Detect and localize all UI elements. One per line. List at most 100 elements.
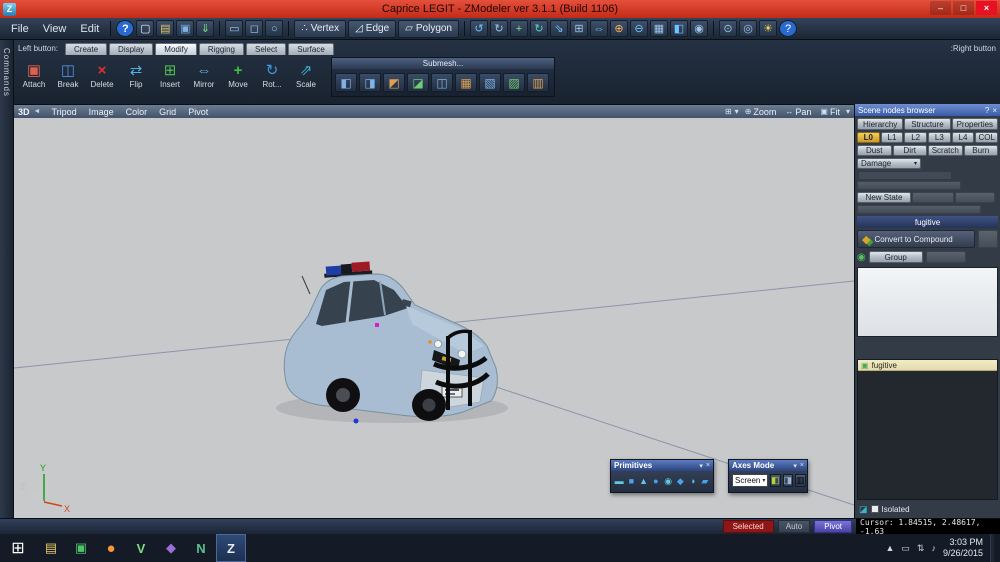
submesh-extrude-icon[interactable]: ◨ <box>359 73 381 92</box>
viewport-menu-image[interactable]: Image <box>84 107 119 117</box>
primitive-torus-icon[interactable]: ◉ <box>663 474 673 488</box>
flip-button[interactable]: ⇄ Flip <box>119 57 153 91</box>
zoom-button[interactable]: ⊕ Zoom <box>742 107 780 117</box>
tab-display[interactable]: Display <box>109 42 154 55</box>
axes-mode-panel-titlebar[interactable]: Axes Mode ▾ × <box>729 460 807 471</box>
primitive-plane-icon[interactable]: ▬ <box>614 474 624 488</box>
visual-studio-icon[interactable]: ◆ <box>156 534 186 562</box>
new-file-icon[interactable]: ▢ <box>136 20 155 37</box>
app-v-icon[interactable]: V <box>126 534 156 562</box>
app-n-icon[interactable]: N <box>186 534 216 562</box>
scene-browser-titlebar[interactable]: Scene nodes browser ? × <box>855 104 1000 116</box>
attach-button[interactable]: ▣ Attach <box>17 57 51 91</box>
system-clock[interactable]: 3:03 PM 9/26/2015 <box>943 537 983 560</box>
dirt-button[interactable]: Dirt <box>892 145 927 156</box>
polygon-mode-button[interactable]: ▱ Polygon <box>398 19 459 38</box>
break-button[interactable]: ◫ Break <box>51 57 85 91</box>
collapse-icon[interactable]: ▾ <box>699 462 703 470</box>
submesh-title[interactable]: Submesh... <box>332 58 554 69</box>
convert-to-compound-button[interactable]: ◆ Convert to Compound <box>857 230 975 248</box>
pivot-badge[interactable]: Pivot <box>814 520 852 533</box>
tab-rigging[interactable]: Rigging <box>198 42 244 55</box>
close-icon[interactable]: × <box>800 462 804 470</box>
detach-tool-icon[interactable]: ⊖ <box>630 20 648 37</box>
scale-gizmo-icon[interactable]: ⇘ <box>550 20 568 37</box>
volume-icon[interactable]: ♪ <box>931 543 936 553</box>
vertex-mode-button[interactable]: ∴ Vertex <box>294 19 347 38</box>
primitive-box-icon[interactable]: ■ <box>626 474 636 488</box>
import-icon[interactable]: ⇓ <box>196 20 215 37</box>
tab-modify[interactable]: Modify <box>155 42 197 55</box>
minimize-button[interactable]: – <box>930 1 951 15</box>
mirror-tool-icon[interactable]: ⇔ <box>590 20 608 37</box>
damage-dropdown[interactable]: Damage ▾ <box>857 158 921 169</box>
primitive-strip-icon[interactable]: ▰ <box>700 474 710 488</box>
axis-y-button[interactable]: ◨ <box>782 474 794 487</box>
open-file-icon[interactable]: ▤ <box>156 20 175 37</box>
submesh-cap-icon[interactable]: ▥ <box>527 73 549 92</box>
lod-l0-button[interactable]: L0 <box>857 132 880 143</box>
mirror-button[interactable]: ⇔ Mirror <box>187 57 221 91</box>
primitive-cylinder-icon[interactable]: ◆ <box>675 474 685 488</box>
burn-button[interactable]: Burn <box>963 145 998 156</box>
network-icon[interactable]: ⇅ <box>917 543 925 554</box>
viewport-views-dropdown-icon[interactable]: ▾ <box>735 107 739 116</box>
axis-x-button[interactable]: ◧ <box>770 474 781 487</box>
close-button[interactable]: × <box>976 1 997 15</box>
render-icon[interactable]: ◉ <box>690 20 708 37</box>
undo-icon[interactable]: ↺ <box>470 20 488 37</box>
submesh-weld-icon[interactable]: ▦ <box>455 73 477 92</box>
show-hidden-icons[interactable]: ▲ <box>885 543 894 553</box>
viewport-options-dropdown-icon[interactable]: ▾ <box>846 107 850 116</box>
lod-l1-button[interactable]: L1 <box>880 132 904 143</box>
lod-l3-button[interactable]: L3 <box>928 132 951 143</box>
save-file-icon[interactable]: ▣ <box>176 20 195 37</box>
redo-icon[interactable]: ↻ <box>490 20 508 37</box>
submesh-split-icon[interactable]: ▧ <box>479 73 501 92</box>
panel-close-icon[interactable]: × <box>992 106 997 115</box>
settings-icon[interactable]: ⊙ <box>719 20 737 37</box>
primitives-panel-titlebar[interactable]: Primitives ▾ × <box>611 460 713 471</box>
new-state-button[interactable]: New State <box>857 192 911 203</box>
select-rect-icon[interactable]: ◻ <box>245 20 264 37</box>
tab-create[interactable]: Create <box>65 42 108 55</box>
insert-button[interactable]: ⊞ Insert <box>153 57 187 91</box>
snap-grid-icon[interactable]: ⊞ <box>570 20 588 37</box>
store-icon[interactable]: ▣ <box>66 534 96 562</box>
tab-structure[interactable]: Structure <box>904 118 951 130</box>
lod-col-button[interactable]: COL <box>975 132 999 143</box>
pan-button[interactable]: ↔ Pan <box>782 107 814 117</box>
viewport-back-icon[interactable]: ◄ <box>34 108 41 115</box>
submesh-bevel-icon[interactable]: ◪ <box>407 73 429 92</box>
tab-select[interactable]: Select <box>245 42 287 55</box>
about-icon[interactable]: ? <box>779 20 797 37</box>
title-bar[interactable]: Z Caprice LEGIT - ZModeler ver 3.1.1 (Bu… <box>0 0 1000 18</box>
tab-surface[interactable]: Surface <box>288 42 334 55</box>
collapse-icon[interactable]: ▾ <box>793 462 797 470</box>
firefox-icon[interactable]: ● <box>96 534 126 562</box>
help-icon[interactable]: ? <box>116 20 135 37</box>
start-button[interactable]: ⊞ <box>0 534 36 562</box>
isolated-checkbox[interactable] <box>870 505 879 513</box>
zmodeler-taskbar-icon[interactable]: Z <box>216 534 246 562</box>
list-item[interactable]: ▣ fugitive <box>858 360 997 371</box>
primitive-disc-icon[interactable]: ◑ <box>688 474 698 488</box>
scale-button[interactable]: ⇗ Scale <box>289 57 323 91</box>
tab-hierarchy[interactable]: Hierarchy <box>857 118 904 130</box>
viewport-label[interactable]: 3D <box>18 107 30 117</box>
auto-button[interactable]: Auto <box>777 520 811 533</box>
viewport-menu-color[interactable]: Color <box>121 107 153 117</box>
viewport-menu-tripod[interactable]: Tripod <box>46 107 81 117</box>
menu-edit[interactable]: Edit <box>74 21 105 37</box>
move-button[interactable]: + Move <box>221 57 255 91</box>
dust-button[interactable]: Dust <box>857 145 892 156</box>
submesh-detach-icon[interactable]: ▨ <box>503 73 525 92</box>
axis-z-button[interactable]: ▥ <box>795 474 806 487</box>
action-center-icon[interactable]: ▭ <box>901 543 910 554</box>
camera-icon[interactable]: ◎ <box>739 20 757 37</box>
viewport-menu-pivot[interactable]: Pivot <box>183 107 213 117</box>
viewport-grid-icon[interactable]: ⊞ <box>725 107 732 116</box>
shaded-view-icon[interactable]: ◧ <box>670 20 688 37</box>
rotate-button[interactable]: ↻ Rot... <box>255 57 289 91</box>
file-explorer-icon[interactable]: ▤ <box>36 534 66 562</box>
